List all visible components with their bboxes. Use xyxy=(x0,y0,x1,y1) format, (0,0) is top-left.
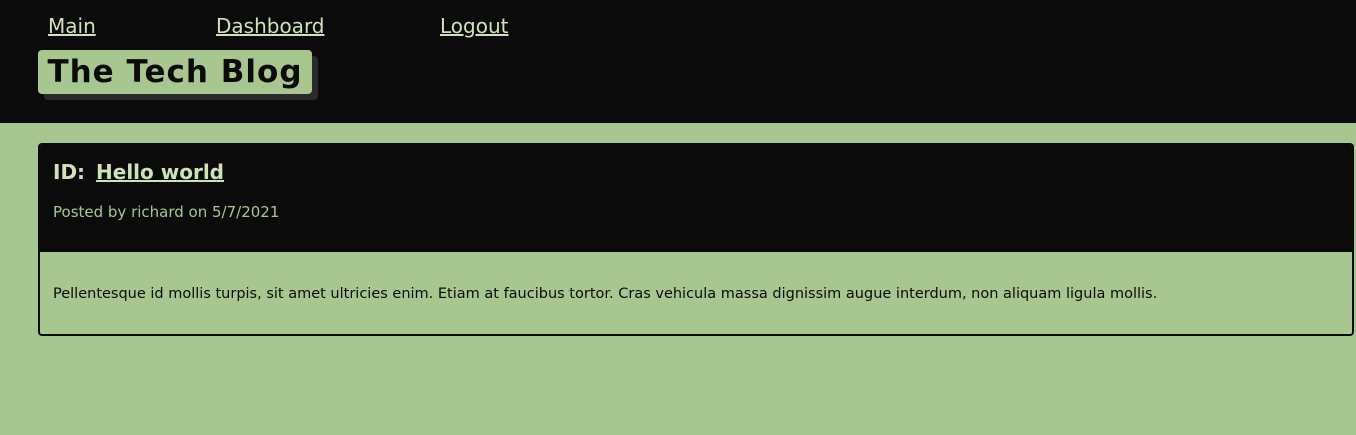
site-header: Main Dashboard Logout The Tech Blog xyxy=(0,0,1356,123)
post-header: ID: Hello world Posted by richard on 5/7… xyxy=(40,145,1352,252)
nav-link-dashboard[interactable]: Dashboard xyxy=(216,14,325,38)
nav-link-logout[interactable]: Logout xyxy=(440,14,508,38)
post-id-label: ID: xyxy=(53,160,86,184)
post-body: Pellentesque id mollis turpis, sit amet … xyxy=(53,286,1158,302)
site-logo[interactable]: The Tech Blog xyxy=(38,50,312,94)
post-meta: Posted by richard on 5/7/2021 xyxy=(53,203,280,221)
post-title-link[interactable]: Hello world xyxy=(96,160,224,184)
post-title-line: ID: Hello world xyxy=(53,159,224,185)
post-card: ID: Hello world Posted by richard on 5/7… xyxy=(38,143,1354,336)
nav-link-main[interactable]: Main xyxy=(48,14,96,38)
